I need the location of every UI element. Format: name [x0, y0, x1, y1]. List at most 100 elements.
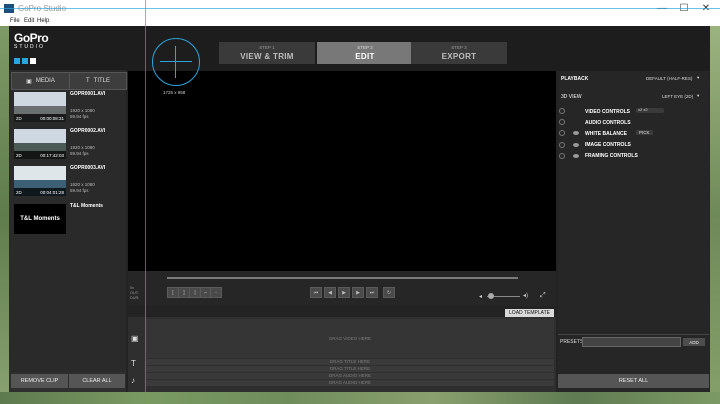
scrub-bar[interactable]	[167, 277, 518, 279]
volume-knob[interactable]	[488, 293, 494, 299]
image-controls-section[interactable]: IMAGE CONTROLS	[585, 142, 631, 148]
expand-icon[interactable]	[559, 119, 565, 125]
desktop-wallpaper-bottom	[0, 392, 720, 404]
clip-caption: 2D 00:04:01:28	[14, 188, 66, 196]
go-start-button[interactable]: ⏮	[310, 287, 322, 298]
clip-caption: 2D 00:17:42:03	[14, 151, 66, 159]
step-edit[interactable]: STEP 2 EDIT	[317, 42, 413, 64]
gopro-logo: GoPro STUDIO	[14, 31, 60, 64]
video-drop-zone[interactable]: DRAG VIDEO HERE	[146, 319, 554, 358]
expand-icon[interactable]	[559, 142, 565, 148]
title-tab[interactable]: T TITLE	[69, 72, 127, 90]
clip-item[interactable]: 2D 00:17:42:03 GOPR0002.AVI 1920 x 1080 59…	[12, 127, 124, 164]
step-view-trim[interactable]: STEP 1 VIEW & TRIM	[219, 42, 315, 64]
clip-item[interactable]: 2D 00:00:08:31 GOPR0001.AVI 1920 x 1080 59…	[12, 90, 124, 127]
speaker-icon: ◂	[479, 294, 483, 300]
thumb-sky	[14, 129, 66, 143]
fullscreen-icon[interactable]: ⤢	[540, 292, 546, 300]
desktop-wallpaper-left	[0, 26, 9, 404]
add-preset-button[interactable]: ADD	[683, 338, 705, 346]
title-track-icon: T	[131, 359, 136, 368]
crosshair-coordinate-readout: 1725 x 958	[163, 90, 186, 95]
eye-icon[interactable]	[573, 131, 579, 135]
video-viewer[interactable]	[128, 71, 556, 271]
chevron-down-icon[interactable]: ▾	[697, 93, 699, 99]
step-number: STEP 1	[259, 45, 275, 50]
title-icon: T	[85, 78, 90, 84]
remove-clip-button[interactable]: REMOVE CLIP	[11, 374, 68, 388]
title-drop-zone[interactable]: DRAG TITLE HERE	[146, 359, 554, 365]
menu-file[interactable]: File	[10, 18, 20, 24]
menu-bar: File Edit Help	[0, 17, 720, 26]
video-track-icon: ▣	[131, 334, 139, 343]
crosshair-icon	[152, 38, 200, 86]
presets-input[interactable]	[582, 337, 681, 347]
play-button[interactable]: ▶	[338, 287, 350, 298]
audio-drop-zone[interactable]: DRAG AUDIO HERE	[146, 373, 554, 379]
media-tab[interactable]: ▣ MEDIA	[11, 72, 70, 90]
camera-icon: ▣	[26, 78, 32, 85]
speed-values: x2 x2	[638, 107, 648, 112]
title-tab-label: TITLE	[93, 78, 110, 84]
divider	[558, 334, 709, 335]
title-clip-name: T&L Moments	[70, 203, 103, 209]
title-clip-item[interactable]: T&L Moments T&L Moments	[12, 202, 124, 239]
clear-all-button[interactable]: CLEAR ALL	[69, 374, 125, 388]
audio-controls-section[interactable]: AUDIO CONTROLS	[585, 120, 631, 126]
guide-line-vertical	[145, 0, 146, 404]
step-back-button[interactable]: ◀	[324, 287, 336, 298]
clip-name: GOPR0003.AVI	[70, 165, 106, 171]
go-end-button[interactable]: ⏭	[366, 287, 378, 298]
step-export[interactable]: STEP 3 EXPORT	[411, 42, 507, 64]
reset-all-button[interactable]: RESET ALL	[558, 374, 709, 388]
clip-thumbnail: 2D 00:04:01:28	[14, 166, 66, 196]
clip-info: 1920 x 1080 59.94 fps	[70, 145, 95, 157]
step-forward-button[interactable]: ▶	[352, 287, 364, 298]
clip-badge: 2D	[16, 152, 22, 158]
clip-item[interactable]: 2D 00:04:01:28 GOPR0003.AVI 1920 x 1080 59…	[12, 164, 124, 201]
expand-icon[interactable]	[559, 108, 565, 114]
clip-badge: 2D	[16, 115, 22, 121]
playback-label: PLAYBACK	[561, 76, 589, 82]
logo-square-icon	[14, 58, 20, 64]
crosshair-line-horizontal	[160, 61, 192, 62]
chevron-down-icon[interactable]: ▾	[697, 75, 699, 81]
white-balance-section[interactable]: WHITE BALANCE	[585, 131, 627, 137]
title-clip-thumbnail: T&L Moments	[14, 204, 66, 234]
clip-fps: 59.94 fps	[70, 188, 89, 193]
framing-controls-section[interactable]: FRAMING CONTROLS	[585, 153, 638, 159]
step-label: VIEW & TRIM	[240, 52, 294, 61]
eye-icon[interactable]	[573, 154, 579, 158]
video-controls-section[interactable]: VIDEO CONTROLS	[585, 109, 630, 115]
timecode-readout: 0x OUT: DUR:	[130, 286, 139, 301]
dur-label: DUR:	[130, 296, 140, 300]
clip-name: GOPR0001.AVI	[70, 91, 106, 97]
loop-button[interactable]: ↻	[383, 287, 395, 298]
menu-edit[interactable]: Edit	[24, 18, 34, 24]
playback-dropdown[interactable]: DEFAULT (HALF-RES)	[646, 76, 692, 81]
clip-duration: 00:17:42:03	[40, 152, 64, 158]
audio-drop-zone[interactable]: DRAG AUDIO HERE	[146, 380, 554, 386]
load-template-button[interactable]: LOAD TEMPLATE	[505, 309, 554, 317]
clip-duration: 00:04:01:28	[40, 189, 64, 195]
speaker-loud-icon: ◂)	[523, 293, 529, 299]
microphone-icon: ♪	[131, 376, 135, 385]
expand-icon[interactable]	[559, 153, 565, 159]
logo-text: GoPro	[14, 31, 49, 45]
media-tab-label: MEDIA	[35, 78, 55, 84]
step-navigation: STEP 1 VIEW & TRIM STEP 2 EDIT STEP 3 EX…	[219, 42, 507, 64]
title-drop-zone[interactable]: DRAG TITLE HERE	[146, 366, 554, 372]
pick-button[interactable]: PICK	[636, 130, 653, 135]
clip-duration: 00:00:08:31	[40, 115, 64, 121]
clip-caption: 2D 00:00:08:31	[14, 114, 66, 122]
3d-view-dropdown[interactable]: LEFT EYE (2D)	[662, 94, 693, 99]
clip-fps: 59.94 fps	[70, 114, 89, 119]
guide-line-horizontal	[0, 8, 720, 9]
eye-icon[interactable]	[573, 143, 579, 147]
step-number: STEP 3	[451, 45, 467, 50]
step-label: EDIT	[355, 52, 375, 61]
thumb-sky	[14, 166, 66, 180]
menu-help[interactable]: Help	[37, 18, 49, 24]
expand-icon[interactable]	[559, 130, 565, 136]
snapshot-button[interactable]: ◦	[210, 287, 222, 298]
